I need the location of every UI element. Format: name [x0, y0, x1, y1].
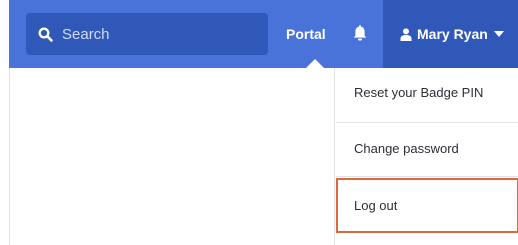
- menu-divider: [336, 122, 518, 123]
- user-menu-button[interactable]: Mary Ryan: [383, 0, 518, 68]
- search-box[interactable]: [26, 13, 268, 55]
- user-dropdown-menu: Reset your Badge PIN Change password Log…: [334, 68, 518, 245]
- menu-item-log-out[interactable]: Log out: [336, 178, 518, 233]
- active-link-pointer: [306, 59, 324, 68]
- menu-item-change-password[interactable]: Change password: [336, 124, 518, 174]
- menu-divider: [336, 176, 518, 177]
- search-input[interactable]: [62, 25, 252, 43]
- menu-item-reset-badge-pin[interactable]: Reset your Badge PIN: [336, 68, 518, 120]
- top-navbar: Portal Mary Ryan: [9, 0, 518, 68]
- search-icon: [38, 27, 53, 42]
- portal-link[interactable]: Portal: [286, 0, 326, 68]
- bell-icon[interactable]: [353, 25, 367, 47]
- user-name: Mary Ryan: [417, 26, 488, 42]
- user-icon: [400, 27, 412, 41]
- caret-down-icon: [493, 31, 504, 37]
